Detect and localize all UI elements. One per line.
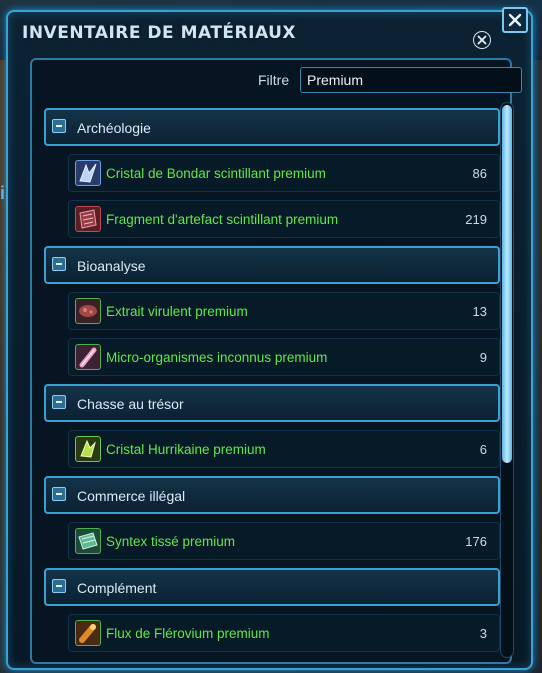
collapse-icon[interactable] xyxy=(52,395,66,409)
collapse-icon[interactable] xyxy=(52,579,66,593)
list-item[interactable]: Flux de Flérovium premium 3 xyxy=(68,614,500,652)
list-item[interactable]: Extrait virulent premium 13 xyxy=(68,292,500,330)
item-count: 86 xyxy=(472,166,487,181)
collapse-icon[interactable] xyxy=(52,119,66,133)
filter-label: Filtre xyxy=(258,72,290,88)
category-chasse-au-tresor[interactable]: Chasse au trésor xyxy=(44,384,500,422)
clear-icon xyxy=(477,35,487,45)
category-label: Chasse au trésor xyxy=(77,396,184,412)
category-label: Complément xyxy=(77,580,157,596)
crystal-icon xyxy=(75,160,101,186)
category-label: Commerce illégal xyxy=(77,488,186,504)
item-name: Extrait virulent premium xyxy=(106,304,248,319)
close-button[interactable] xyxy=(502,7,528,33)
green-crystal-icon xyxy=(75,436,101,462)
artifact-fragment-icon xyxy=(75,206,101,232)
list-item[interactable]: Cristal de Bondar scintillant premium 86 xyxy=(68,154,500,192)
category-archeologie[interactable]: Archéologie xyxy=(44,108,500,146)
list-item[interactable]: Syntex tissé premium 176 xyxy=(68,522,500,560)
extract-icon xyxy=(75,298,101,324)
collapse-icon[interactable] xyxy=(52,487,66,501)
item-name: Syntex tissé premium xyxy=(106,534,236,549)
list-item[interactable]: Cristal Hurrikaine premium 6 xyxy=(68,430,500,468)
item-count: 13 xyxy=(472,304,487,319)
category-bioanalyse[interactable]: Bioanalyse xyxy=(44,246,500,284)
item-name: Micro-organismes inconnus premium xyxy=(106,350,328,365)
item-count: 219 xyxy=(465,212,487,227)
scrollbar[interactable] xyxy=(500,102,514,658)
category-complement[interactable]: Complément xyxy=(44,568,500,606)
collapse-icon[interactable] xyxy=(52,257,66,271)
item-name: Cristal de Bondar scintillant premium xyxy=(106,166,326,181)
item-count: 176 xyxy=(465,534,487,549)
materials-inventory-window: INVENTAIRE DE MATÉRIAUX Filtre Premium A… xyxy=(6,7,533,670)
fabric-icon xyxy=(75,528,101,554)
vial-icon xyxy=(75,344,101,370)
category-commerce-illegal[interactable]: Commerce illégal xyxy=(44,476,500,514)
list-item[interactable]: Micro-organismes inconnus premium 9 xyxy=(68,338,500,376)
item-name: Cristal Hurrikaine premium xyxy=(106,442,266,457)
category-label: Bioanalyse xyxy=(77,258,146,274)
window-title: INVENTAIRE DE MATÉRIAUX xyxy=(22,23,296,43)
item-name: Flux de Flérovium premium xyxy=(106,626,270,641)
clear-filter-button[interactable] xyxy=(473,31,491,49)
category-label: Archéologie xyxy=(77,120,151,136)
flux-icon xyxy=(75,620,101,646)
close-icon xyxy=(508,13,522,27)
item-count: 3 xyxy=(479,626,487,641)
item-count: 9 xyxy=(479,350,487,365)
scroll-thumb[interactable] xyxy=(502,105,512,463)
list-item[interactable]: Fragment d'artefact scintillant premium … xyxy=(68,200,500,238)
filter-input[interactable]: Premium xyxy=(300,67,522,93)
title-bar[interactable]: INVENTAIRE DE MATÉRIAUX xyxy=(8,12,531,56)
item-name: Fragment d'artefact scintillant premium xyxy=(106,212,339,227)
item-count: 6 xyxy=(479,442,487,457)
